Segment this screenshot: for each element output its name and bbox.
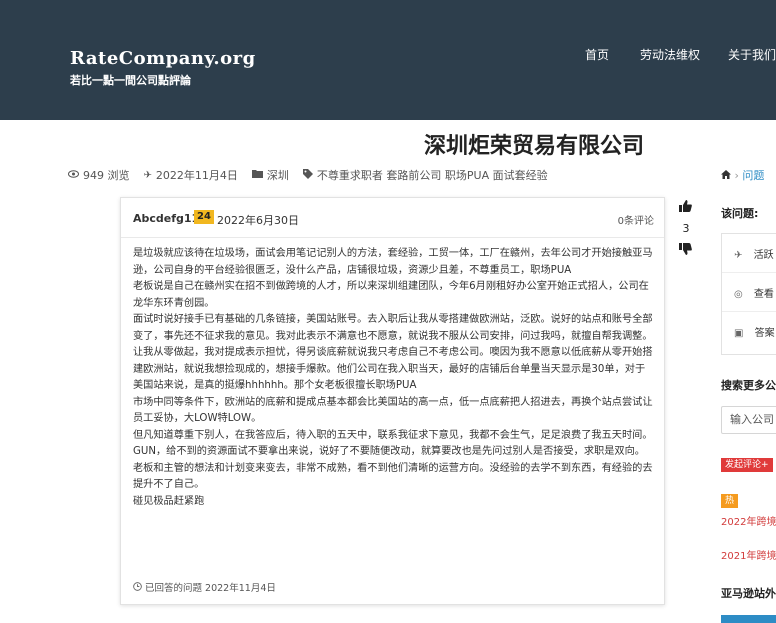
stat-views: ◎ 查看 — [734, 289, 774, 300]
sidebar-widget — [721, 615, 776, 623]
thumbs-down-icon[interactable] — [679, 243, 692, 259]
answer-paragraph: 面试时说好接手已有基础的几条链接，美国站账号。去入职后让我从零搭建做欧洲站，泛欧… — [133, 314, 653, 391]
start-review-button[interactable]: 发起评论+ — [721, 458, 773, 472]
chat-icon: ▣ — [734, 328, 744, 339]
sidebar-question-heading: 该问题: — [721, 207, 759, 220]
question-stats-box: ✈ 活跃 ◎ 查看 ▣ 答案 — [721, 233, 776, 355]
clock-icon — [133, 582, 145, 594]
nav-labor-law[interactable]: 劳动法维权 — [640, 46, 700, 63]
answer-card: Abcdefg111 24 2022年6月30日 0条评论 是垃圾就应该待在垃圾… — [120, 197, 665, 605]
page-title: 深圳炬荣贸易有限公司 — [424, 134, 645, 159]
eye-icon: ◎ — [734, 289, 743, 300]
site-tagline: 若比一點一間公司點評論 — [70, 74, 191, 87]
site-header: RateCompany.org 若比一點一間公司點評論 首页 劳动法维权 关于我… — [0, 0, 776, 120]
sidebar-search-heading: 搜索更多公 — [721, 379, 776, 392]
question-date: 2022年11月4日 — [155, 169, 238, 182]
hot-link[interactable]: 2022年跨境 — [721, 513, 776, 528]
plane-icon: ✈ — [734, 250, 743, 261]
answer-paragraph: 碰见极品赶紧跑 — [133, 495, 205, 507]
answer-paragraph: 老板说是自己在赣州实在招不到做跨境的人才，所以来深圳组建团队，今年6月刚租好办公… — [133, 281, 649, 309]
view-count: 949 浏览 — [83, 169, 130, 182]
answer-body: 是垃圾就应该待在垃圾场，面试会用笔记记别人的方法，套经验，工贸一体，工厂在赣州，… — [133, 246, 653, 510]
question-tags[interactable]: 不尊重求职者 套路前公司 职场PUA 面试套经验 — [317, 167, 548, 183]
home-icon[interactable] — [721, 169, 735, 182]
reputation-badge: 24 — [194, 210, 214, 224]
answer-paragraph: 市场中同等条件下，欧洲站的底薪和提成点基本都会比美国站的高一点，低一点底薪把人招… — [133, 396, 653, 425]
site-logo[interactable]: RateCompany.org — [70, 48, 256, 69]
stat-active: ✈ 活跃 — [734, 250, 774, 261]
answer-date: 2022年6月30日 — [217, 214, 299, 227]
sidebar-amazon-heading: 亚马逊站外 — [721, 587, 776, 600]
eye-icon — [68, 169, 79, 181]
answer-paragraph: 但凡知道尊重下别人，在我答应后，待入职的五天中，联系我征求下意见，我都不会生气，… — [133, 429, 653, 491]
question-city[interactable]: 深圳 — [267, 167, 289, 183]
nav-about[interactable]: 关于我们 — [728, 46, 776, 63]
folder-icon — [251, 169, 263, 181]
hot-badge: 热 — [721, 494, 739, 508]
breadcrumb: › 问题 — [721, 167, 764, 183]
answer-paragraph: 是垃圾就应该待在垃圾场，面试会用笔记记别人的方法，套经验，工贸一体，工厂在赣州，… — [133, 248, 653, 276]
answer-header: Abcdefg111 24 2022年6月30日 0条评论 — [121, 198, 664, 238]
plane-icon: ✈ — [143, 169, 152, 181]
company-search-input[interactable]: 输入公司 — [721, 406, 776, 434]
tag-icon — [302, 168, 313, 182]
breadcrumb-questions[interactable]: 问题 — [742, 169, 764, 182]
hot-link[interactable]: 2021年跨境 — [721, 547, 776, 562]
question-meta: 949 浏览 ✈ 2022年11月4日 深圳 不尊重求职者 套路前公司 职场PU… — [68, 167, 548, 183]
nav-home[interactable]: 首页 — [585, 46, 609, 63]
comment-count[interactable]: 0条评论 — [618, 212, 654, 227]
answer-footer: 已回答的问题 2022年11月4日 — [133, 580, 276, 594]
vote-count: 3 — [682, 222, 690, 235]
thumbs-up-icon[interactable] — [679, 200, 692, 216]
answer-answered-date: 已回答的问题 2022年11月4日 — [145, 583, 276, 594]
stat-answers: ▣ 答案 — [734, 328, 775, 339]
